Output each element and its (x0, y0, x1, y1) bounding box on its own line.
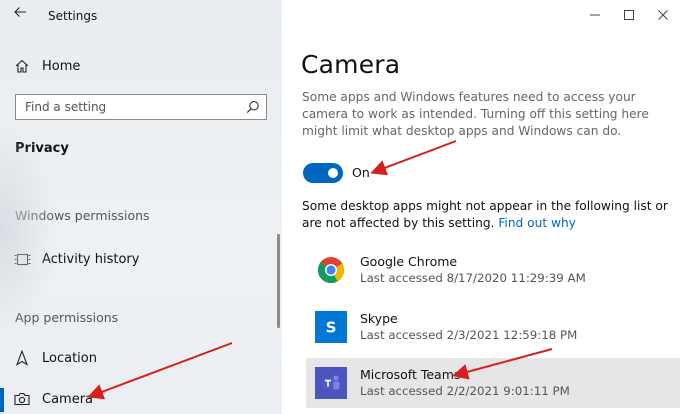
nav-home[interactable]: Home (0, 48, 280, 84)
app-last-accessed: Last accessed 2/3/2021 12:59:18 PM (360, 328, 578, 342)
app-text: Google Chrome Last accessed 8/17/2020 11… (360, 254, 586, 286)
page-title: Camera (301, 50, 401, 79)
back-button[interactable] (10, 5, 30, 25)
app-title: Settings (48, 9, 98, 23)
nav-activity-history-label: Activity history (42, 251, 140, 267)
sidebar-scrollbar[interactable] (277, 234, 280, 328)
group-label-windows-permissions: Windows permissions (15, 208, 150, 223)
navigation-pane: Settings Home Privacy Windows permission… (0, 0, 282, 414)
toggle-state-label: On (352, 165, 370, 180)
activity-history-icon (13, 250, 31, 268)
app-text: Microsoft Teams Last accessed 2/2/2021 9… (360, 367, 570, 399)
app-last-accessed: Last accessed 2/2/2021 9:01:11 PM (360, 384, 570, 398)
search-icon[interactable] (240, 95, 266, 119)
nav-home-label: Home (42, 58, 81, 74)
nav-location[interactable]: Location (0, 340, 280, 376)
minimize-icon (590, 14, 600, 16)
group-label-app-permissions: App permissions (15, 310, 119, 325)
back-arrow-icon (14, 7, 26, 17)
camera-icon (13, 390, 31, 408)
skype-icon: S (315, 311, 347, 343)
close-icon (658, 10, 668, 20)
app-name: Skype (360, 311, 398, 326)
find-out-why-link[interactable]: Find out why (498, 216, 576, 230)
nav-camera-label: Camera (42, 391, 94, 407)
note-text: Some desktop apps might not appear in th… (302, 199, 668, 230)
desktop-apps-note: Some desktop apps might not appear in th… (302, 198, 678, 232)
home-icon (13, 57, 31, 75)
title-bar: Settings (0, 0, 282, 32)
app-last-accessed: Last accessed 8/17/2020 11:29:39 AM (360, 271, 586, 285)
nav-location-label: Location (42, 350, 97, 366)
app-row-microsoft-teams[interactable]: Microsoft Teams Last accessed 2/2/2021 9… (306, 358, 680, 408)
minimize-button[interactable] (578, 0, 612, 30)
search-input[interactable] (16, 95, 240, 119)
app-row-google-chrome[interactable]: Google Chrome Last accessed 8/17/2020 11… (306, 245, 680, 295)
location-icon (13, 349, 31, 367)
section-heading: Privacy (15, 141, 69, 156)
window-controls (578, 0, 680, 30)
app-text: Skype Last accessed 2/3/2021 12:59:18 PM (360, 311, 577, 343)
app-row-skype[interactable]: S Skype Last accessed 2/3/2021 12:59:18 … (306, 302, 680, 352)
app-name: Google Chrome (360, 254, 458, 269)
camera-description: Some apps and Windows features need to a… (302, 90, 649, 138)
chrome-icon (315, 254, 347, 286)
teams-icon (315, 367, 347, 399)
nav-camera[interactable]: Camera (0, 381, 280, 414)
content-pane: Camera Some apps and Windows features ne… (282, 0, 680, 414)
close-button[interactable] (646, 0, 680, 30)
svg-text:S: S (326, 319, 337, 337)
nav-activity-history[interactable]: Activity history (0, 241, 280, 277)
app-name: Microsoft Teams (360, 367, 461, 382)
toggle-knob (328, 168, 338, 178)
search-box (15, 94, 267, 120)
maximize-button[interactable] (612, 0, 646, 30)
camera-access-toggle[interactable] (303, 163, 343, 183)
maximize-icon (624, 10, 634, 20)
